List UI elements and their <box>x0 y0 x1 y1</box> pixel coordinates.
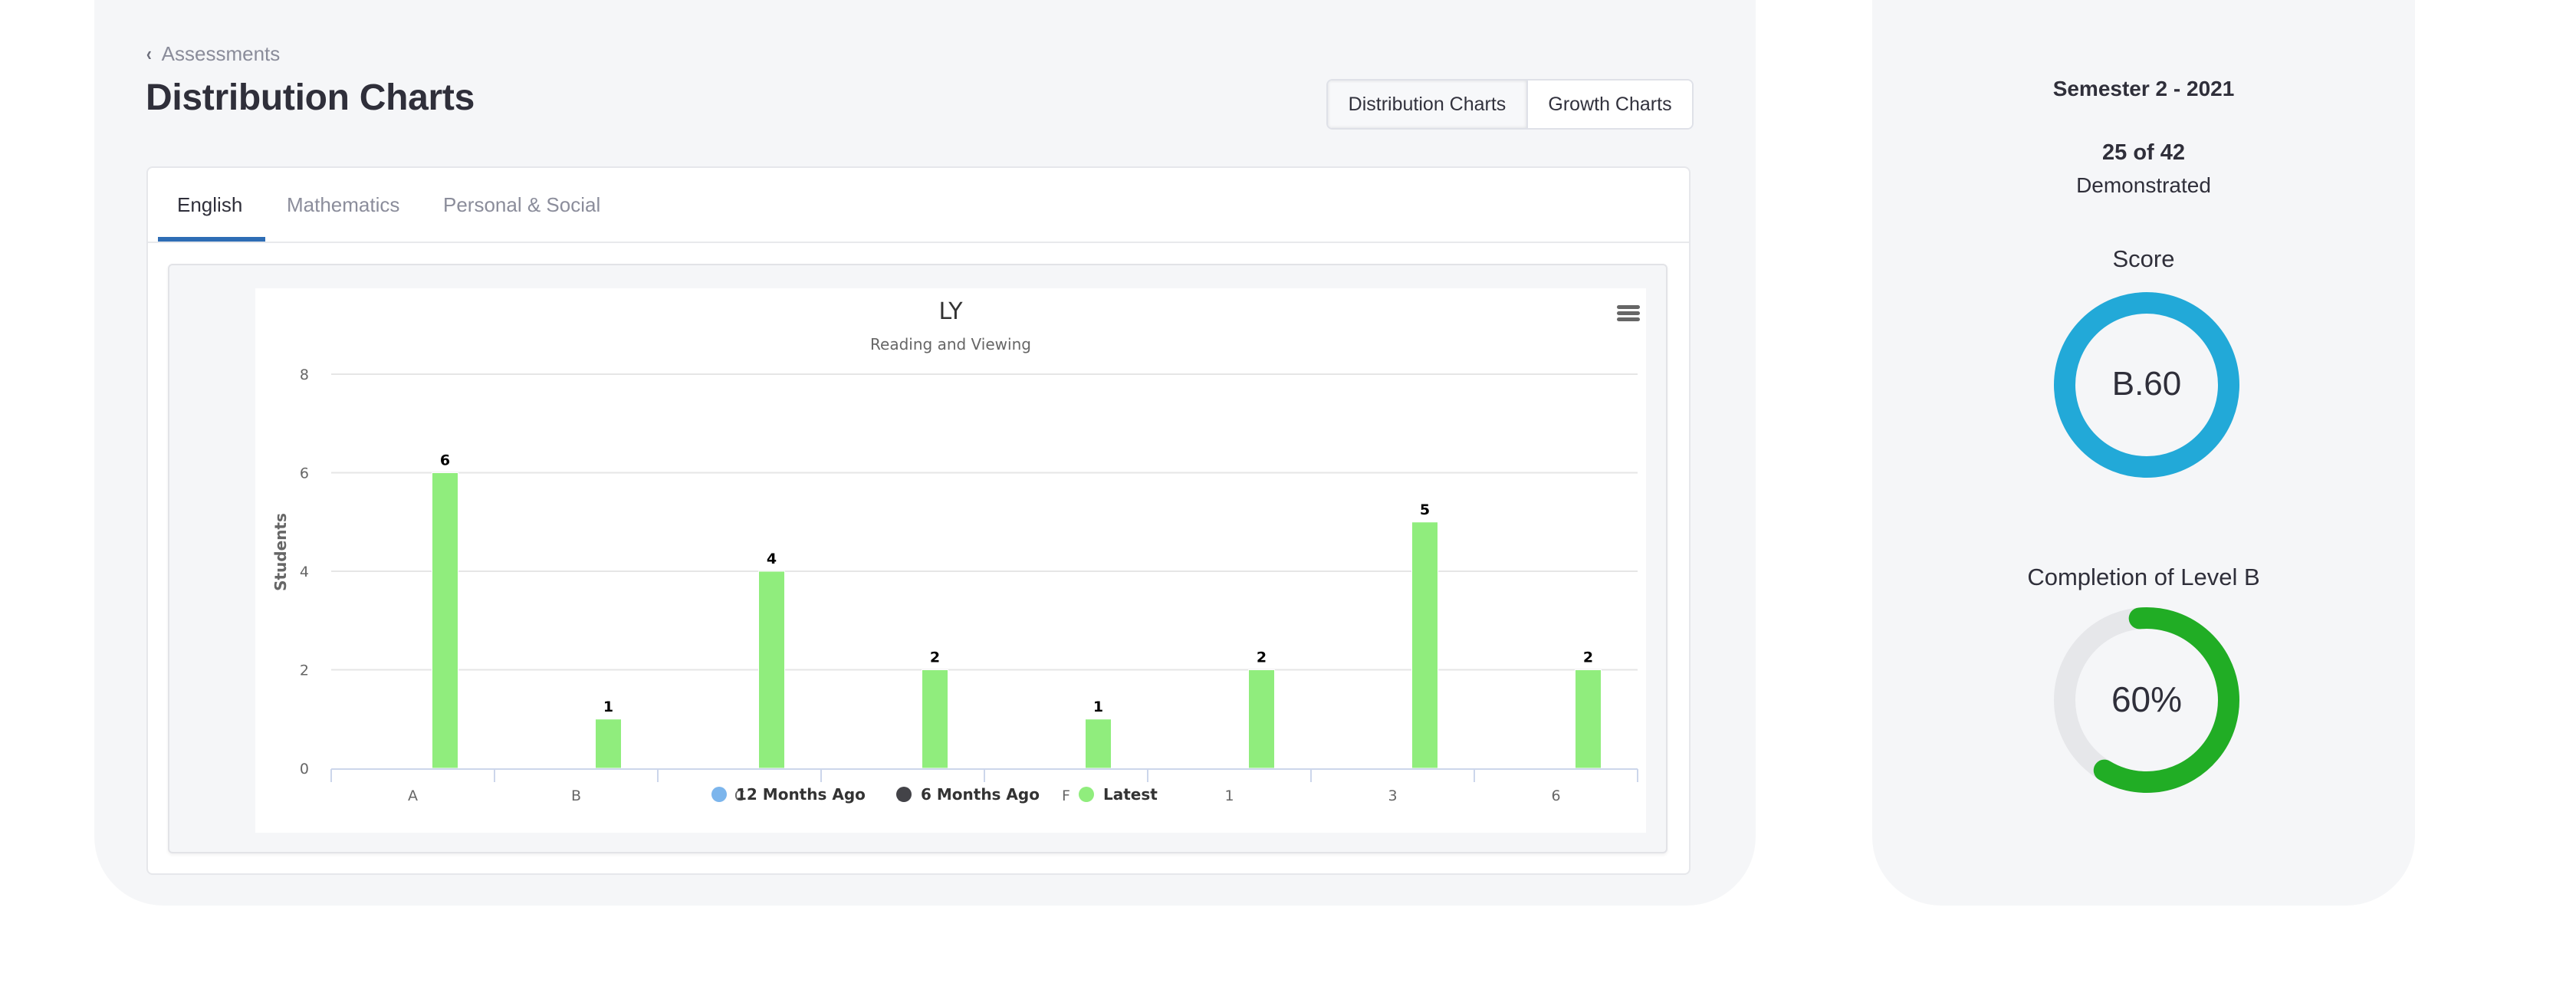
x-tick-label: F <box>1062 787 1070 804</box>
completion-ring: 60% <box>2054 607 2239 793</box>
data-label: 2 <box>1583 649 1593 666</box>
data-label: 5 <box>1420 501 1430 518</box>
legend-label: 6 Months Ago <box>921 785 1040 804</box>
legend-marker-icon <box>711 787 727 802</box>
y-tick-label: 6 <box>300 465 309 482</box>
legend-marker-icon <box>896 787 912 802</box>
legend-item[interactable]: 6 Months Ago <box>896 785 1040 804</box>
y-tick-label: 4 <box>300 564 309 580</box>
bar-latest <box>1411 521 1438 769</box>
grid-lines <box>331 373 1638 671</box>
x-tick-label: B <box>571 787 581 804</box>
legend-marker-icon <box>1079 787 1094 802</box>
distribution-charts-button[interactable]: Distribution Charts <box>1328 81 1526 128</box>
data-label: 1 <box>603 699 613 715</box>
data-label: 6 <box>440 452 450 469</box>
tab-english[interactable]: English <box>177 168 242 242</box>
hamburger-menu-icon-bar <box>1617 305 1640 309</box>
legend-label: 12 Months Ago <box>736 785 866 804</box>
tab-personal-social[interactable]: Personal & Social <box>443 168 600 242</box>
data-label: 2 <box>1257 649 1267 666</box>
demonstrated-label: Demonstrated <box>2076 173 2211 197</box>
bar-chart-svg: LY Reading and Viewing Students 0 2 4 6 8 6 1… <box>271 298 1640 804</box>
bar-latest <box>758 570 785 769</box>
legend-label: Latest <box>1103 785 1158 804</box>
growth-charts-button[interactable]: Growth Charts <box>1526 81 1692 128</box>
y-tick-label: 2 <box>300 662 309 679</box>
breadcrumb-back-link[interactable]: ‹ Assessments <box>146 41 280 66</box>
y-axis-ticks: 0 2 4 6 8 <box>300 367 309 778</box>
hamburger-menu-icon-bar <box>1617 317 1640 321</box>
x-tick-label: 3 <box>1388 787 1397 804</box>
y-tick-label: 0 <box>300 761 309 778</box>
bar-latest <box>1085 718 1112 769</box>
bar-latest <box>595 718 622 769</box>
completion-value: 60% <box>2111 679 2182 719</box>
page-title: Distribution Charts <box>146 77 475 118</box>
tab-bar: English Mathematics Personal & Social <box>148 168 1689 243</box>
distribution-chart: LY Reading and Viewing Students 0 2 4 6 8 6 1… <box>255 288 1646 833</box>
data-label: 1 <box>1093 699 1103 715</box>
active-tab-indicator <box>158 237 265 242</box>
demonstrated-count: 25 of 42 <box>2102 140 2185 165</box>
semester-label: Semester 2 - 2021 <box>2052 77 2235 100</box>
hamburger-menu-icon-bar <box>1617 311 1640 315</box>
chart-title: LY <box>938 298 963 325</box>
chevron-left-icon: ‹ <box>146 41 152 65</box>
y-tick-label: 8 <box>300 367 309 383</box>
y-axis-label: Students <box>271 513 290 591</box>
legend-item[interactable]: Latest <box>1079 785 1158 804</box>
breadcrumb-label: Assessments <box>161 41 281 65</box>
x-tick-label: 6 <box>1551 787 1560 804</box>
x-tick-label: A <box>408 787 418 804</box>
chart-subtitle: Reading and Viewing <box>870 335 1031 353</box>
score-value: B.60 <box>2112 365 2182 403</box>
completion-label: Completion of Level B <box>2027 564 2260 590</box>
data-label: 4 <box>767 551 777 567</box>
bar-latest <box>1248 669 1275 769</box>
chart-menu-button[interactable] <box>1617 305 1640 321</box>
score-label: Score <box>2112 245 2175 272</box>
tab-mathematics[interactable]: Mathematics <box>287 168 399 242</box>
data-label: 2 <box>930 649 940 666</box>
bar-latest <box>922 669 948 769</box>
bar-latest <box>1575 669 1602 769</box>
chart-view-toggle: Distribution Charts Growth Charts <box>1326 79 1694 130</box>
chart-legend: 12 Months Ago 6 Months Ago Latest <box>711 785 1158 804</box>
score-ring: B.60 <box>2054 292 2239 478</box>
x-tick-label: 1 <box>1224 787 1234 804</box>
bar-latest <box>432 472 458 769</box>
